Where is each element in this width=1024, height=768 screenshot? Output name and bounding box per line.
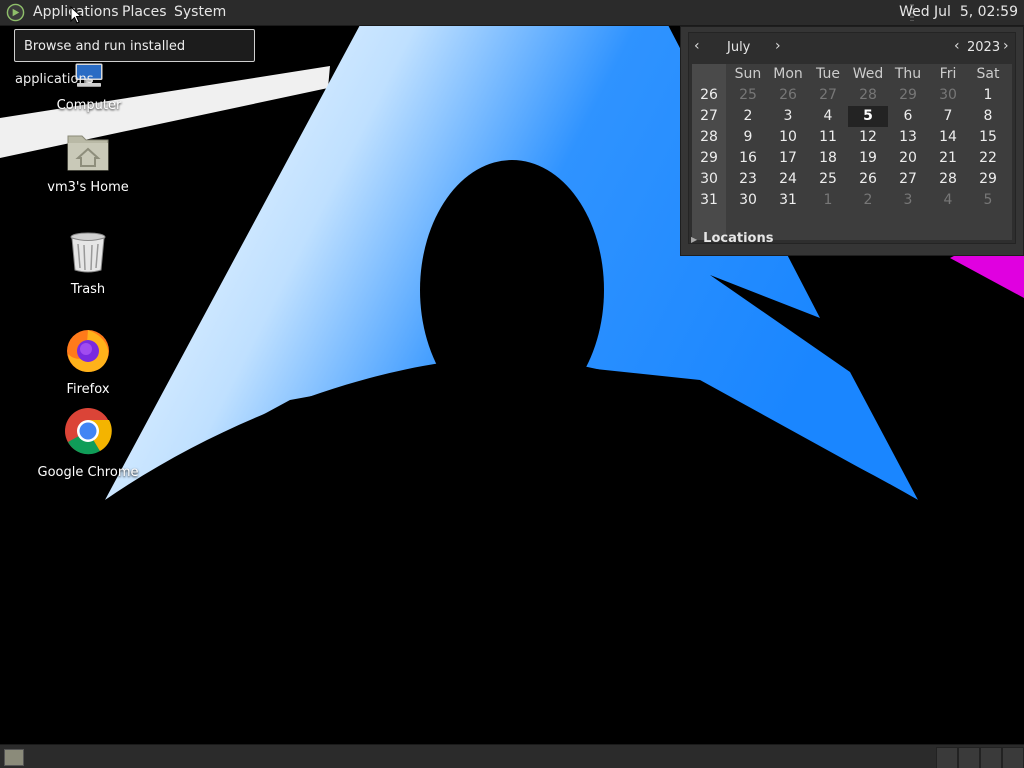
show-desktop-icon[interactable] bbox=[4, 749, 24, 766]
calendar-day[interactable]: 27 bbox=[888, 169, 928, 190]
calendar-day-outside[interactable]: 25 bbox=[728, 85, 768, 106]
next-year-button[interactable]: › bbox=[1003, 38, 1009, 54]
week-number: 26 bbox=[700, 87, 718, 103]
prev-year-button[interactable]: ‹ bbox=[954, 38, 960, 54]
calendar-day[interactable]: 26 bbox=[848, 169, 888, 190]
week-number: 28 bbox=[700, 129, 718, 145]
calendar-day[interactable]: 18 bbox=[808, 148, 848, 169]
workspace-1[interactable] bbox=[936, 747, 958, 768]
calendar-day[interactable]: 16 bbox=[728, 148, 768, 169]
month-label: July bbox=[727, 40, 751, 55]
calendar-day[interactable]: 19 bbox=[848, 148, 888, 169]
calendar-day-outside[interactable]: 28 bbox=[848, 85, 888, 106]
calendar-day-outside[interactable]: 4 bbox=[928, 190, 968, 211]
calendar-day[interactable]: 30 bbox=[728, 190, 768, 211]
mouse-cursor-icon bbox=[70, 6, 82, 24]
calendar-day[interactable]: 2 bbox=[728, 106, 768, 127]
bottom-panel bbox=[0, 744, 1024, 768]
weekday-header: Fri bbox=[939, 66, 957, 82]
calendar-day[interactable]: 6 bbox=[888, 106, 928, 127]
calendar-day-outside[interactable]: 5 bbox=[968, 190, 1008, 211]
distro-logo-icon[interactable] bbox=[6, 3, 25, 22]
chrome-icon bbox=[65, 408, 112, 455]
calendar-header: ‹ July › ‹ 2023 › bbox=[689, 33, 1015, 63]
calendar-day-outside[interactable]: 2 bbox=[848, 190, 888, 211]
weekday-header: Tue bbox=[816, 66, 840, 82]
calendar-day[interactable]: 14 bbox=[928, 127, 968, 148]
weekday-header: Sun bbox=[734, 66, 762, 82]
calendar-day[interactable]: 8 bbox=[968, 106, 1008, 127]
calendar-day[interactable]: 21 bbox=[928, 148, 968, 169]
weekday-header: Mon bbox=[773, 66, 803, 82]
calendar-day[interactable]: 28 bbox=[928, 169, 968, 190]
calendar-day[interactable]: 24 bbox=[768, 169, 808, 190]
calendar-day[interactable]: 29 bbox=[968, 169, 1008, 190]
week-number: 27 bbox=[700, 108, 718, 124]
desktop-icon-chrome[interactable]: Google Chrome bbox=[28, 407, 148, 480]
calendar-day[interactable]: 31 bbox=[768, 190, 808, 211]
calendar-day[interactable]: 17 bbox=[768, 148, 808, 169]
prev-month-button[interactable]: ‹ bbox=[694, 38, 700, 54]
year-label: 2023 bbox=[967, 40, 1001, 55]
firefox-icon bbox=[67, 330, 109, 372]
calendar-day-outside[interactable]: 29 bbox=[888, 85, 928, 106]
locations-expander[interactable]: ▶ Locations bbox=[691, 231, 773, 246]
calendar-day[interactable]: 15 bbox=[968, 127, 1008, 148]
desktop-icon-home[interactable]: vm3's Home bbox=[28, 128, 148, 195]
weekday-header: Sat bbox=[976, 66, 1000, 82]
workspace-4[interactable] bbox=[1002, 747, 1024, 768]
desktop-icon-label: Trash bbox=[70, 282, 106, 297]
calendar-grid: Sun Mon Tue Wed Thu Fri Sat 26 25 26 27 28 29 30 1 27 2 3… bbox=[692, 64, 1012, 240]
calendar-day-today[interactable]: 5 bbox=[848, 106, 888, 127]
calendar-day-outside[interactable]: 27 bbox=[808, 85, 848, 106]
top-panel: Applications Places System Wed Jul 5, 02… bbox=[0, 0, 1024, 26]
home-folder-icon bbox=[67, 135, 109, 171]
desktop-icon-label: vm3's Home bbox=[47, 180, 129, 195]
places-menu[interactable]: Places bbox=[122, 0, 167, 25]
workspace-2[interactable] bbox=[958, 747, 980, 768]
calendar-day[interactable]: 10 bbox=[768, 127, 808, 148]
clock[interactable]: Wed Jul 5, 02:59 bbox=[899, 0, 1018, 25]
weekday-header: Thu bbox=[894, 66, 922, 82]
desktop-icon-label: Computer bbox=[56, 98, 122, 113]
calendar-day-outside[interactable]: 3 bbox=[888, 190, 928, 211]
calendar-day[interactable]: 23 bbox=[728, 169, 768, 190]
week-number: 31 bbox=[700, 192, 718, 208]
calendar: ‹ July › ‹ 2023 › Sun Mon Tue Wed Thu Fri Sat 2… bbox=[688, 32, 1016, 244]
calendar-day[interactable]: 20 bbox=[888, 148, 928, 169]
calendar-day-outside[interactable]: 26 bbox=[768, 85, 808, 106]
calendar-day-outside[interactable]: 1 bbox=[808, 190, 848, 211]
calendar-day[interactable]: 13 bbox=[888, 127, 928, 148]
calendar-day[interactable]: 22 bbox=[968, 148, 1008, 169]
desktop-icon-label: Google Chrome bbox=[37, 465, 139, 480]
expander-arrow-icon: ▶ bbox=[691, 235, 698, 244]
calendar-day[interactable]: 12 bbox=[848, 127, 888, 148]
desktop-icon-firefox[interactable]: Firefox bbox=[28, 326, 148, 397]
workspace-3[interactable] bbox=[980, 747, 1002, 768]
calendar-day[interactable]: 7 bbox=[928, 106, 968, 127]
calendar-day[interactable]: 11 bbox=[808, 127, 848, 148]
weekday-header: Wed bbox=[852, 66, 884, 82]
applications-tooltip: Browse and run installed applications bbox=[14, 29, 255, 87]
calendar-day-outside[interactable]: 30 bbox=[928, 85, 968, 106]
calendar-day[interactable]: 1 bbox=[968, 85, 1008, 106]
calendar-day[interactable]: 9 bbox=[728, 127, 768, 148]
calendar-popup: ‹ July › ‹ 2023 › Sun Mon Tue Wed Thu Fri Sat 2… bbox=[680, 26, 1024, 256]
trash-icon bbox=[70, 232, 106, 273]
week-number: 30 bbox=[700, 171, 718, 187]
system-menu[interactable]: System bbox=[174, 0, 226, 25]
desktop-icon-label: Firefox bbox=[66, 382, 110, 397]
desktop-icon-trash[interactable]: Trash bbox=[28, 228, 148, 297]
locations-label: Locations bbox=[703, 231, 774, 246]
next-month-button[interactable]: › bbox=[775, 38, 781, 54]
calendar-day[interactable]: 25 bbox=[808, 169, 848, 190]
calendar-day[interactable]: 4 bbox=[808, 106, 848, 127]
week-number: 29 bbox=[700, 150, 718, 166]
calendar-day[interactable]: 3 bbox=[768, 106, 808, 127]
